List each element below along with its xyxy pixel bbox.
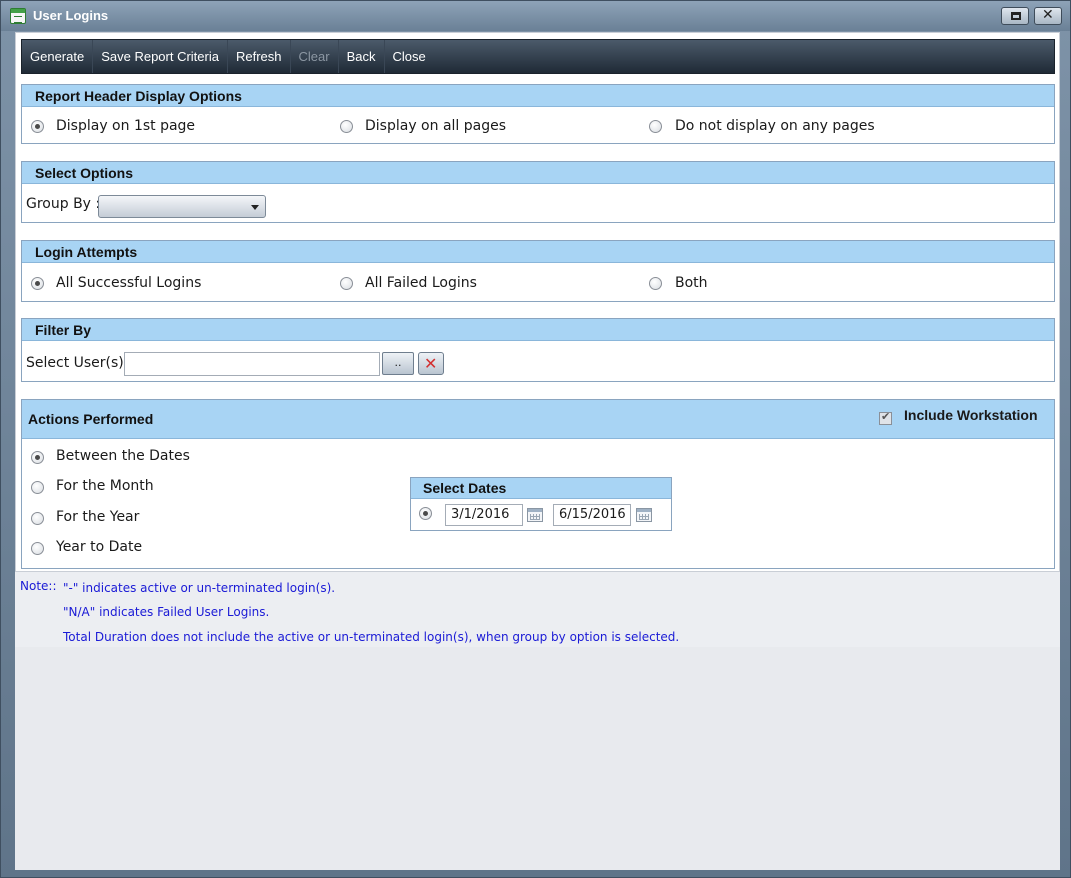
label-display-first-page: Display on 1st page <box>56 118 196 134</box>
notes-area: Note:: "-" indicates active or un-termin… <box>20 579 1060 649</box>
back-button[interactable]: Back <box>339 40 385 73</box>
select-dates-panel: Select Dates 3/1/2016 6/15/2016 <box>410 477 672 531</box>
report-header-title: Report Header Display Options <box>22 85 1054 107</box>
select-options-section: Select Options Group By : <box>21 161 1055 223</box>
close-icon: ✕ <box>424 354 438 373</box>
note-line: Total Duration does not include the acti… <box>63 630 680 644</box>
user-logins-window: User Logins ✕ Generate Save Report Crite… <box>0 0 1071 878</box>
actions-performed-section: Actions Performed ✔ Include Workstation … <box>21 399 1055 569</box>
calendar-icon[interactable] <box>527 508 543 522</box>
label-all-successful: All Successful Logins <box>56 275 202 291</box>
checkmark-icon: ✔ <box>881 410 891 423</box>
select-users-input[interactable] <box>124 352 380 376</box>
save-report-criteria-button[interactable]: Save Report Criteria <box>93 40 228 73</box>
close-icon: ✕ <box>1042 7 1054 23</box>
label-between-dates: Between the Dates <box>56 448 190 464</box>
maximize-button[interactable] <box>1001 7 1029 25</box>
report-icon <box>10 8 26 24</box>
label-do-not-display: Do not display on any pages <box>675 118 875 134</box>
radio-year-to-date[interactable] <box>31 542 44 555</box>
login-attempts-section: Login Attempts All Successful Logins All… <box>21 240 1055 302</box>
filter-by-title: Filter By <box>22 319 1054 341</box>
include-workstation-label: Include Workstation <box>904 407 1038 423</box>
radio-all-successful[interactable] <box>31 277 44 290</box>
radio-do-not-display[interactable] <box>649 120 662 133</box>
calendar-icon[interactable] <box>636 508 652 522</box>
radio-select-dates[interactable] <box>419 507 432 520</box>
actions-performed-title: Actions Performed <box>22 400 1054 439</box>
to-date-input[interactable]: 6/15/2016 <box>553 504 631 526</box>
from-date-input[interactable]: 3/1/2016 <box>445 504 523 526</box>
toolbar: Generate Save Report Criteria Refresh Cl… <box>21 39 1055 74</box>
actions-performed-heading: Actions Performed <box>28 411 154 427</box>
label-for-year: For the Year <box>56 509 140 525</box>
maximize-icon <box>1011 12 1021 20</box>
content-area: Generate Save Report Criteria Refresh Cl… <box>15 32 1060 870</box>
radio-for-year[interactable] <box>31 512 44 525</box>
radio-for-month[interactable] <box>31 481 44 494</box>
radio-both[interactable] <box>649 277 662 290</box>
clear-button[interactable]: Clear <box>291 40 339 73</box>
note-line: "-" indicates active or un-terminated lo… <box>63 581 336 595</box>
filter-by-section: Filter By Select User(s) : .. ✕ <box>21 318 1055 382</box>
label-display-all-pages: Display on all pages <box>365 118 507 134</box>
login-attempts-title: Login Attempts <box>22 241 1054 263</box>
group-by-label: Group By : <box>26 196 101 212</box>
note-label: Note:: <box>20 579 57 593</box>
chevron-down-icon <box>251 205 259 210</box>
browse-users-button[interactable]: .. <box>382 352 414 375</box>
radio-between-dates[interactable] <box>31 451 44 464</box>
label-for-month: For the Month <box>56 478 154 494</box>
select-options-title: Select Options <box>22 162 1054 184</box>
label-year-to-date: Year to Date <box>56 539 143 555</box>
clear-users-button[interactable]: ✕ <box>418 352 444 375</box>
close-window-button[interactable]: ✕ <box>1034 7 1062 25</box>
select-dates-title: Select Dates <box>411 478 671 499</box>
label-both: Both <box>675 275 708 291</box>
criteria-panel: Generate Save Report Criteria Refresh Cl… <box>15 32 1060 572</box>
note-line: "N/A" indicates Failed User Logins. <box>63 605 270 619</box>
radio-all-failed[interactable] <box>340 277 353 290</box>
radio-display-first-page[interactable] <box>31 120 44 133</box>
window-title: User Logins <box>33 8 109 23</box>
report-output-area <box>15 647 1060 870</box>
generate-button[interactable]: Generate <box>22 40 94 73</box>
title-bar[interactable]: User Logins ✕ <box>1 1 1070 31</box>
radio-display-all-pages[interactable] <box>340 120 353 133</box>
include-workstation-checkbox[interactable]: ✔ <box>879 410 892 425</box>
close-button[interactable]: Close <box>385 40 434 73</box>
label-all-failed: All Failed Logins <box>365 275 477 291</box>
refresh-button[interactable]: Refresh <box>228 40 291 73</box>
group-by-dropdown[interactable] <box>98 195 266 218</box>
report-header-section: Report Header Display Options Display on… <box>21 84 1055 144</box>
select-users-label: Select User(s) : <box>26 355 133 371</box>
